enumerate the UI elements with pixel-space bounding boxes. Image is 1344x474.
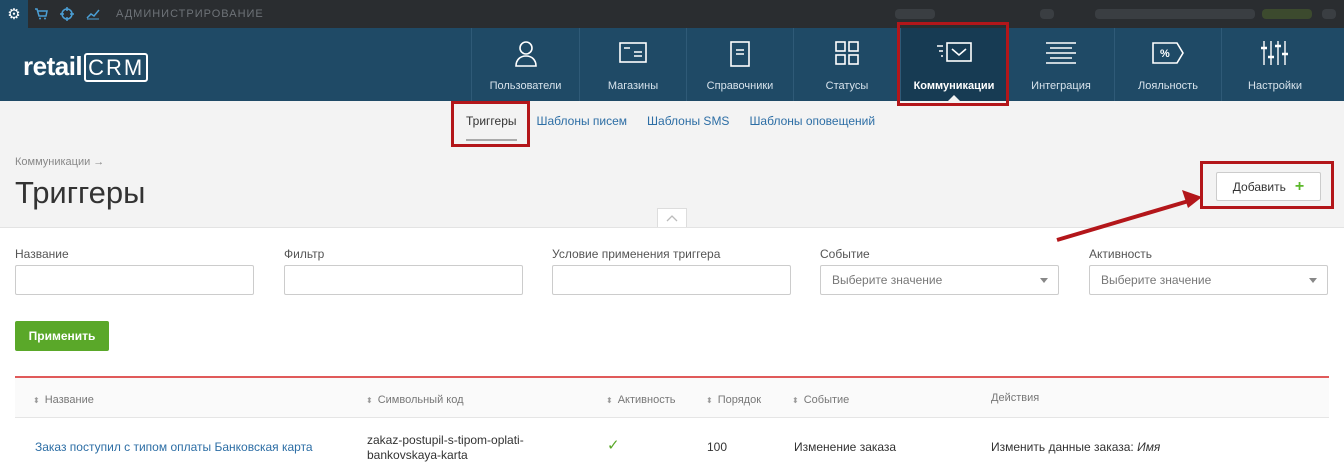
annotation-arrow xyxy=(1056,190,1202,242)
